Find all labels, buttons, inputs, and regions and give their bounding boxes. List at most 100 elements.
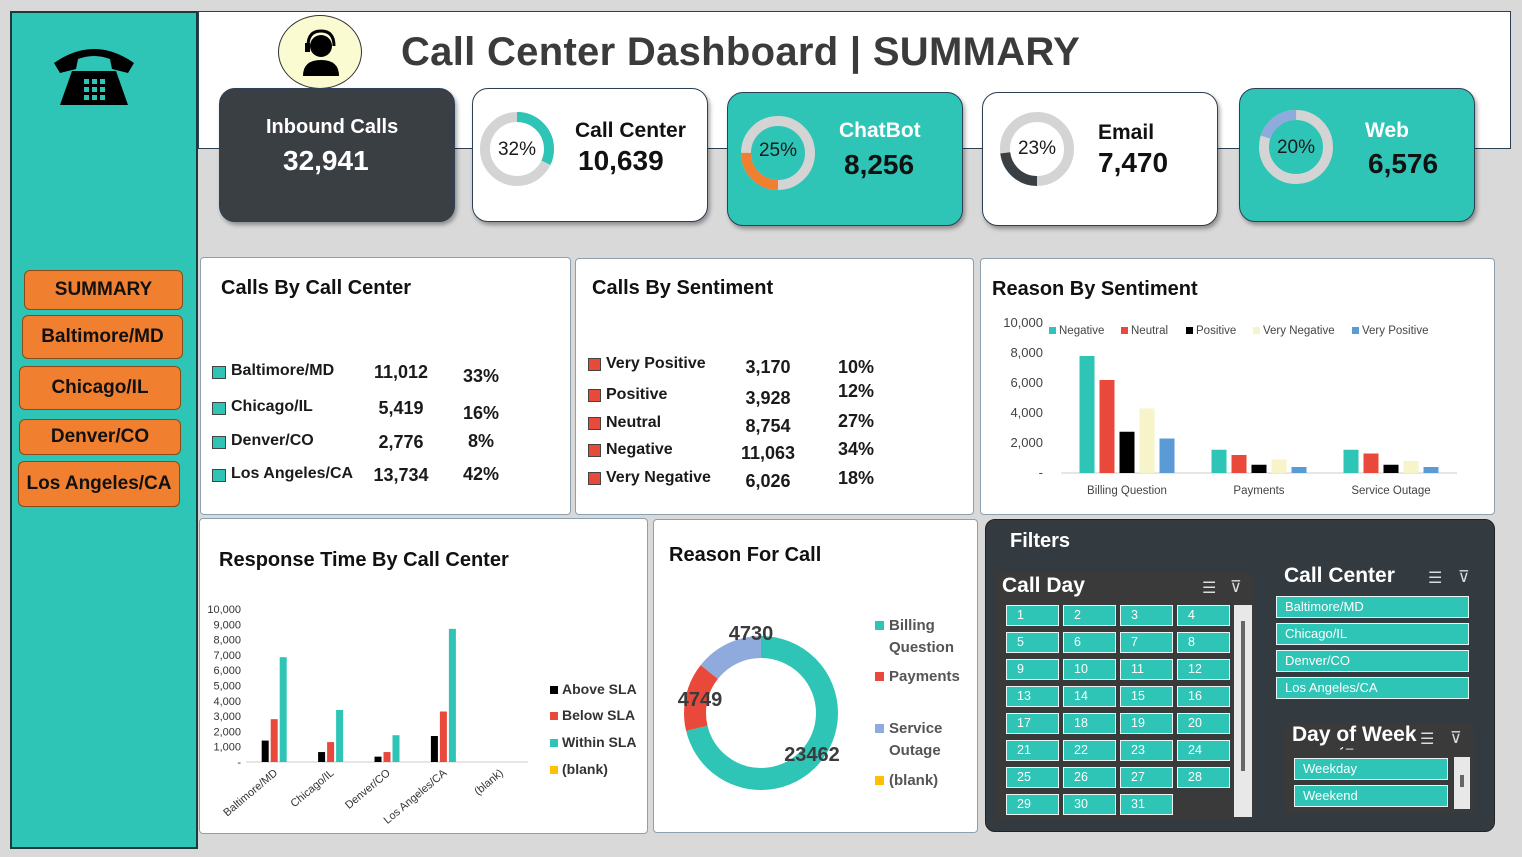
slicer-title: Call Center [1284, 564, 1395, 587]
day-button-12[interactable]: 12 [1177, 659, 1230, 680]
clear-filter-icon[interactable]: ⊽ [1230, 577, 1242, 597]
multi-select-icon[interactable]: ☰ [1420, 729, 1434, 749]
y-tick-label: 1,000 [213, 742, 241, 754]
day-button-30[interactable]: 30 [1063, 794, 1116, 815]
day-of-week-option[interactable]: Weekend [1294, 785, 1448, 807]
y-tick-label: - [1039, 465, 1043, 480]
day-button-16[interactable]: 16 [1177, 686, 1230, 707]
day-button-19[interactable]: 19 [1120, 713, 1173, 734]
legend-swatch [588, 389, 601, 402]
legend-label: Service [889, 720, 942, 737]
data-label: 4730 [729, 623, 774, 645]
day-button-4[interactable]: 4 [1177, 605, 1230, 626]
day-button-24[interactable]: 24 [1177, 740, 1230, 761]
day-button-3[interactable]: 3 [1120, 605, 1173, 626]
multi-select-icon[interactable]: ☰ [1428, 568, 1442, 588]
multi-select-icon[interactable]: ☰ [1202, 578, 1216, 598]
y-tick-label: 4,000 [1010, 405, 1043, 420]
reason-for-call-panel: Reason For Call 4730 4749 23462 Billing Ques… [653, 519, 978, 833]
day-button-8[interactable]: 8 [1177, 632, 1230, 653]
agent-avatar [278, 15, 362, 89]
bar [1211, 449, 1227, 473]
day-button-6[interactable]: 6 [1063, 632, 1116, 653]
center-name: Chicago/IL [231, 398, 313, 415]
legend-swatch [212, 436, 226, 449]
nav-summary[interactable]: SUMMARY [24, 270, 183, 310]
clear-filter-icon[interactable]: ⊽ [1458, 567, 1470, 587]
scrollbar[interactable] [1234, 605, 1252, 817]
day-button-1[interactable]: 1 [1006, 605, 1059, 626]
bar [1139, 408, 1155, 473]
sidebar: SUMMARY Baltimore/MD Chicago/IL Denver/C… [10, 11, 198, 849]
kpi-percent: 20% [1276, 137, 1316, 158]
day-of-week-option[interactable]: Weekday [1294, 758, 1448, 780]
day-button-17[interactable]: 17 [1006, 713, 1059, 734]
call-center-option[interactable]: Chicago/IL [1276, 623, 1469, 645]
day-button-9[interactable]: 9 [1006, 659, 1059, 680]
y-tick-label: 3,000 [213, 711, 241, 723]
legend-swatch [588, 444, 601, 457]
day-button-29[interactable]: 29 [1006, 794, 1059, 815]
nav-los-angeles[interactable]: Los Angeles/CA [18, 461, 180, 507]
data-label: 23462 [784, 744, 840, 766]
y-tick-label: 6,000 [213, 665, 241, 677]
bar [1251, 464, 1267, 473]
day-button-11[interactable]: 11 [1120, 659, 1173, 680]
legend-label: Positive [1196, 325, 1236, 337]
day-button-22[interactable]: 22 [1063, 740, 1116, 761]
scrollbar[interactable] [1454, 757, 1470, 809]
day-button-26[interactable]: 26 [1063, 767, 1116, 788]
center-count: 13,734 [373, 465, 429, 485]
legend-swatch [212, 366, 226, 379]
day-button-14[interactable]: 14 [1063, 686, 1116, 707]
legend-label: Negative [1059, 325, 1104, 337]
calls-by-sentiment-panel: Calls By Sentiment Very Positive 3,170 10%… [575, 258, 974, 515]
day-button-13[interactable]: 13 [1006, 686, 1059, 707]
nav-baltimore[interactable]: Baltimore/MD [22, 315, 183, 359]
day-button-7[interactable]: 7 [1120, 632, 1173, 653]
day-button-23[interactable]: 23 [1120, 740, 1173, 761]
kpi-web: 20% Web 6,576 [1239, 88, 1475, 222]
filters-panel: Filters Call Day ☰ ⊽ 1 2 3 4 5 6 7 8 9 10 11 12 13 14… [985, 519, 1495, 832]
sentiment-percent: 12% [837, 381, 875, 401]
kpi-percent: 23% [1017, 138, 1057, 159]
legend-label: Outage [889, 742, 941, 759]
x-tick-label: Baltimore/MD [221, 767, 280, 819]
day-button-10[interactable]: 10 [1063, 659, 1116, 680]
day-button-27[interactable]: 27 [1120, 767, 1173, 788]
day-button-2[interactable]: 2 [1063, 605, 1116, 626]
bar [1079, 356, 1095, 473]
call-center-option[interactable]: Baltimore/MD [1276, 596, 1469, 618]
kpi-chatbot: 25% ChatBot 8,256 [727, 92, 963, 226]
legend-swatch [1049, 327, 1056, 334]
kpi-percent: 32% [497, 139, 537, 160]
day-button-15[interactable]: 15 [1120, 686, 1173, 707]
filters-title: Filters [1010, 530, 1071, 552]
bar [383, 752, 391, 762]
day-button-28[interactable]: 28 [1177, 767, 1230, 788]
x-tick-label: Billing Question [1087, 485, 1167, 497]
kpi-value: 6,576 [1368, 148, 1439, 179]
day-button-21[interactable]: 21 [1006, 740, 1059, 761]
day-button-18[interactable]: 18 [1063, 713, 1116, 734]
nav-denver[interactable]: Denver/CO [19, 419, 181, 455]
kpi-label: ChatBot [839, 119, 921, 142]
call-center-option[interactable]: Denver/CO [1276, 650, 1469, 672]
call-center-option[interactable]: Los Angeles/CA [1276, 677, 1469, 699]
y-tick-label: - [237, 757, 241, 769]
day-button-20[interactable]: 20 [1177, 713, 1230, 734]
panel-title: Reason By Sentiment [992, 278, 1198, 300]
day-button-25[interactable]: 25 [1006, 767, 1059, 788]
reason-for-call-chart: 4730 4749 23462 Billing Question Payments Serv… [678, 617, 960, 790]
day-button-5[interactable]: 5 [1006, 632, 1059, 653]
clear-filter-icon[interactable]: ⊽ [1450, 728, 1462, 748]
legend-swatch [588, 358, 601, 371]
sentiment-count: 6,026 [745, 471, 791, 491]
y-tick-label: 10,000 [207, 604, 241, 616]
nav-chicago[interactable]: Chicago/IL [19, 366, 181, 410]
bar [1363, 453, 1379, 473]
bar [1099, 380, 1115, 473]
day-button-31[interactable]: 31 [1120, 794, 1173, 815]
y-tick-label: 5,000 [213, 681, 241, 693]
sentiment-count: 8,754 [745, 416, 791, 436]
